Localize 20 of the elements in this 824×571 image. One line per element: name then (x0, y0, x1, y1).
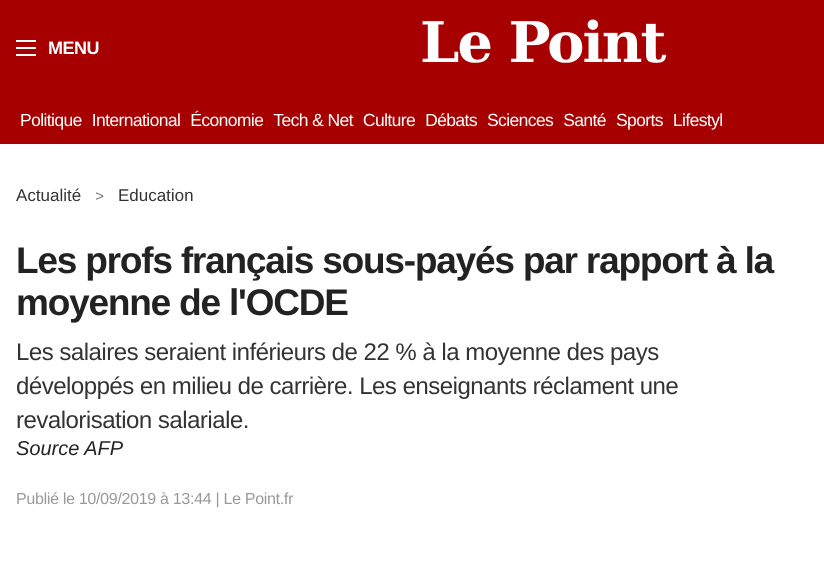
nav-link[interactable]: Lifestyl (672, 110, 723, 130)
nav-link[interactable]: Tech & Net (273, 110, 353, 130)
breadcrumb-link[interactable]: Education (118, 186, 194, 206)
nav-link[interactable]: Santé (563, 110, 606, 130)
publication-date: Publié le 10/09/2019 à 13:44 | Le Point.fr (16, 491, 294, 509)
nav-link[interactable]: International (92, 110, 180, 130)
menu-button[interactable]: MENU (16, 38, 99, 58)
breadcrumb-link[interactable]: Actualité (16, 186, 82, 206)
site-logo[interactable]: Le Point (420, 10, 664, 76)
breadcrumb-separator: > (95, 188, 104, 204)
nav-link[interactable]: Débats (425, 110, 477, 130)
nav-link[interactable]: Politique (20, 110, 82, 130)
headline: Les profs français sous-payés par rapport à la moyenne de l'OCDE (16, 240, 775, 324)
menu-icon (16, 39, 36, 57)
source-label: Source AFP (16, 438, 124, 461)
nav-link[interactable]: Culture (362, 110, 416, 130)
nav-link[interactable]: Sports (616, 110, 663, 130)
nav-link[interactable]: Sciences (486, 110, 554, 130)
lead-paragraph: Les salaires seraient inférieurs de 22 % à la moyenne des pays développés en milieu de carrière. Les enseignants réclament une revalorisation salariale. (16, 338, 680, 436)
nav-link[interactable]: Économie (190, 110, 264, 130)
